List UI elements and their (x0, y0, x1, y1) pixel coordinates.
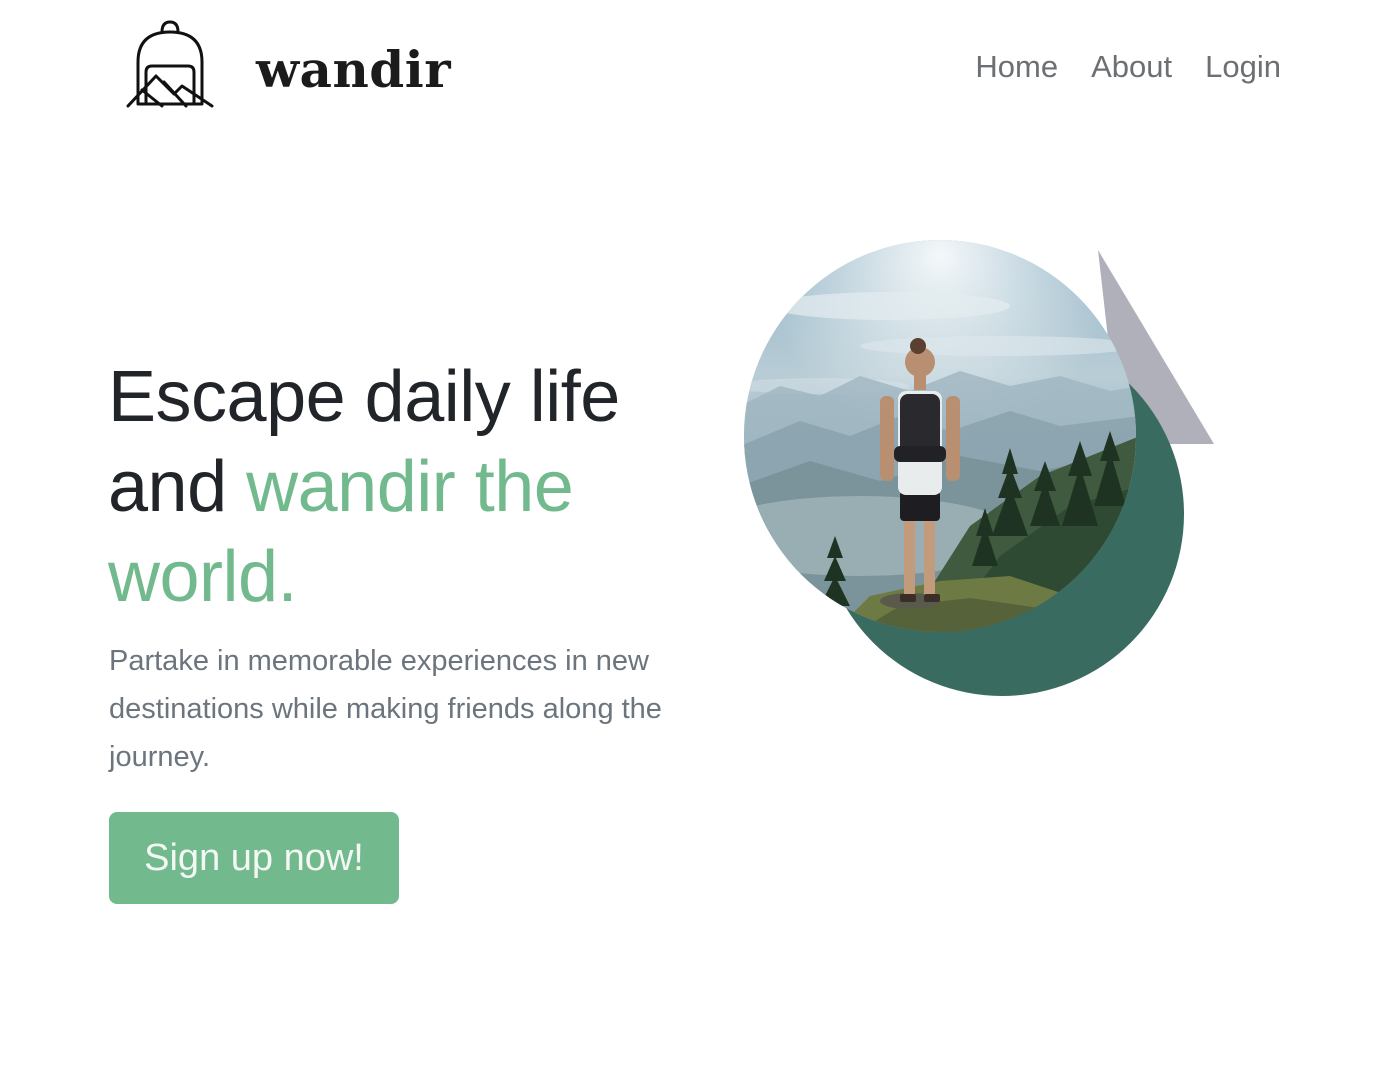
nav-home-link[interactable]: Home (975, 45, 1058, 89)
backpack-logo-icon[interactable] (124, 18, 216, 112)
hero-title: Escape daily life and wandir the world. (108, 352, 708, 622)
nav-login-link[interactable]: Login (1205, 45, 1281, 89)
brand-name[interactable]: wandir (256, 38, 451, 102)
signup-button[interactable]: Sign up now! (109, 812, 399, 904)
hero-subtitle: Partake in memorable experiences in new … (109, 645, 662, 773)
nav-about-link[interactable]: About (1091, 45, 1172, 89)
hero-illustration (744, 240, 1214, 696)
main-nav: Home About Login (975, 45, 1281, 89)
